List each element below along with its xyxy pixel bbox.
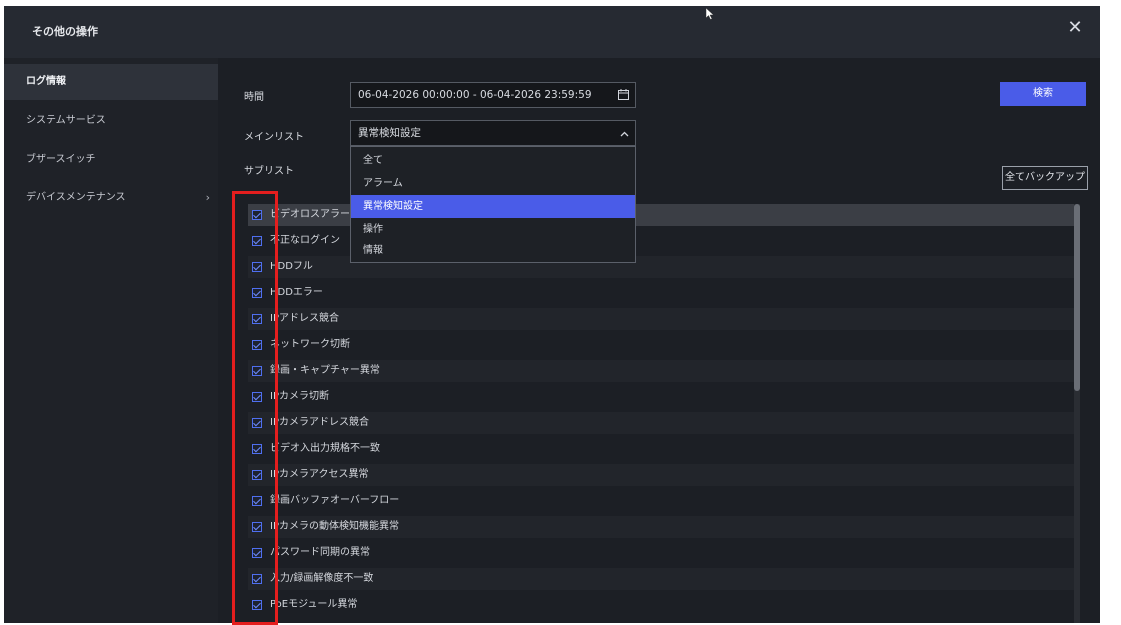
- list-item-label: IPカメラアドレス競合: [270, 417, 369, 428]
- list-item-label: PoEモジュール異常: [270, 599, 358, 610]
- time-range-value: 06-04-2026 00:00:00 - 06-04-2026 23:59:5…: [358, 89, 592, 101]
- dropdown-option-exception[interactable]: 異常検知設定: [351, 195, 635, 218]
- checkbox[interactable]: [252, 314, 262, 324]
- main-list-value: 異常検知設定: [358, 127, 421, 139]
- other-operations-window: その他の操作 ✕ ログ情報 システムサービス ブザースイッチ デバイスメンテナン…: [4, 6, 1100, 623]
- list-item-label: HDDエラー: [270, 287, 323, 298]
- backup-all-button[interactable]: 全てバックアップ: [1002, 166, 1088, 190]
- calendar-icon[interactable]: [618, 83, 629, 108]
- dropdown-option-info[interactable]: 情報: [351, 239, 635, 262]
- checkbox[interactable]: [252, 392, 262, 402]
- list-item[interactable]: ビデオ入出力規格不一致: [248, 438, 1078, 460]
- main-panel: 時間 06-04-2026 00:00:00 - 06-04-2026 23:5…: [218, 58, 1100, 623]
- list-item-label: HDDフル: [270, 261, 313, 272]
- list-item[interactable]: IPカメラの動体検知機能異常: [248, 516, 1078, 538]
- main-list-select[interactable]: 異常検知設定: [350, 120, 636, 146]
- dropdown-option-operation[interactable]: 操作: [351, 218, 635, 241]
- sub-list: ビデオロスアラーム 不正なログイン HDDフル HDDエラー IPアドレス競合 …: [248, 204, 1086, 623]
- list-item-label: IPカメラアクセス異常: [270, 469, 369, 480]
- window-title: その他の操作: [32, 25, 98, 38]
- checkbox[interactable]: [252, 288, 262, 298]
- checkbox[interactable]: [252, 210, 262, 220]
- checkbox[interactable]: [252, 600, 262, 610]
- sidebar-item-label: デバイスメンテナンス: [26, 192, 126, 203]
- mouse-cursor-icon: [706, 8, 714, 20]
- list-item-label: パスワード同期の異常: [270, 547, 370, 558]
- list-item-label: IPカメラの動体検知機能異常: [270, 521, 399, 532]
- checkbox[interactable]: [252, 574, 262, 584]
- list-item-label: ビデオロスアラーム: [270, 209, 360, 220]
- checkbox[interactable]: [252, 418, 262, 428]
- list-item[interactable]: 録画・キャプチャー異常: [248, 360, 1078, 382]
- title-bar: その他の操作 ✕: [4, 6, 1100, 58]
- list-item-label: ネットワーク切断: [270, 339, 350, 350]
- list-item-label: 不正なログイン: [270, 235, 340, 246]
- time-label: 時間: [244, 92, 264, 103]
- list-item[interactable]: IPカメラアクセス異常: [248, 464, 1078, 486]
- checkbox[interactable]: [252, 548, 262, 558]
- sub-list-label: サブリスト: [244, 166, 294, 177]
- dropdown-option-all[interactable]: 全て: [351, 149, 635, 172]
- list-item[interactable]: IPカメラ切断: [248, 386, 1078, 408]
- list-item-label: 録画・キャプチャー異常: [270, 365, 380, 376]
- list-item[interactable]: HDDエラー: [248, 282, 1078, 304]
- dropdown-option-alarm[interactable]: アラーム: [351, 172, 635, 195]
- close-button[interactable]: ✕: [1064, 17, 1086, 39]
- list-item-label: 録画バッファオーバーフロー: [270, 495, 400, 506]
- sidebar: ログ情報 システムサービス ブザースイッチ デバイスメンテナンス ›: [4, 58, 218, 623]
- list-item[interactable]: PoEモジュール異常: [248, 594, 1078, 616]
- sidebar-item-label: ログ情報: [26, 76, 66, 87]
- sidebar-item-label: システムサービス: [26, 115, 106, 126]
- sidebar-item-device-maintenance[interactable]: デバイスメンテナンス ›: [4, 180, 218, 216]
- checkbox[interactable]: [252, 444, 262, 454]
- list-item[interactable]: IPカメラアドレス競合: [248, 412, 1078, 434]
- list-item[interactable]: IPアドレス競合: [248, 308, 1078, 330]
- checkbox[interactable]: [252, 522, 262, 532]
- list-item[interactable]: 入力/録画解像度不一致: [248, 568, 1078, 590]
- scrollbar-thumb[interactable]: [1074, 204, 1080, 391]
- checkbox[interactable]: [252, 236, 262, 246]
- checkbox[interactable]: [252, 340, 262, 350]
- list-item[interactable]: 録画バッファオーバーフロー: [248, 490, 1078, 512]
- time-range-field[interactable]: 06-04-2026 00:00:00 - 06-04-2026 23:59:5…: [350, 82, 636, 108]
- sidebar-item-log-info[interactable]: ログ情報: [4, 64, 218, 100]
- checkbox[interactable]: [252, 366, 262, 376]
- list-item-label: IPアドレス競合: [270, 313, 339, 324]
- list-item[interactable]: ネットワーク切断: [248, 334, 1078, 356]
- main-list-dropdown: 全て アラーム 異常検知設定 操作 情報: [350, 146, 636, 263]
- checkbox[interactable]: [252, 470, 262, 480]
- search-button[interactable]: 検索: [1000, 82, 1086, 106]
- list-item-label: IPカメラ切断: [270, 391, 329, 402]
- sidebar-item-system-service[interactable]: システムサービス: [4, 103, 218, 139]
- checkbox[interactable]: [252, 262, 262, 272]
- list-item-label: 入力/録画解像度不一致: [270, 573, 374, 584]
- list-item[interactable]: パスワード同期の異常: [248, 542, 1078, 564]
- sidebar-item-label: ブザースイッチ: [26, 154, 96, 165]
- checkbox[interactable]: [252, 496, 262, 506]
- sidebar-item-buzzer-switch[interactable]: ブザースイッチ: [4, 142, 218, 178]
- chevron-right-icon: ›: [205, 191, 210, 204]
- chevron-up-icon: [620, 121, 629, 145]
- main-list-label: メインリスト: [244, 132, 304, 143]
- list-item-label: ビデオ入出力規格不一致: [270, 443, 380, 454]
